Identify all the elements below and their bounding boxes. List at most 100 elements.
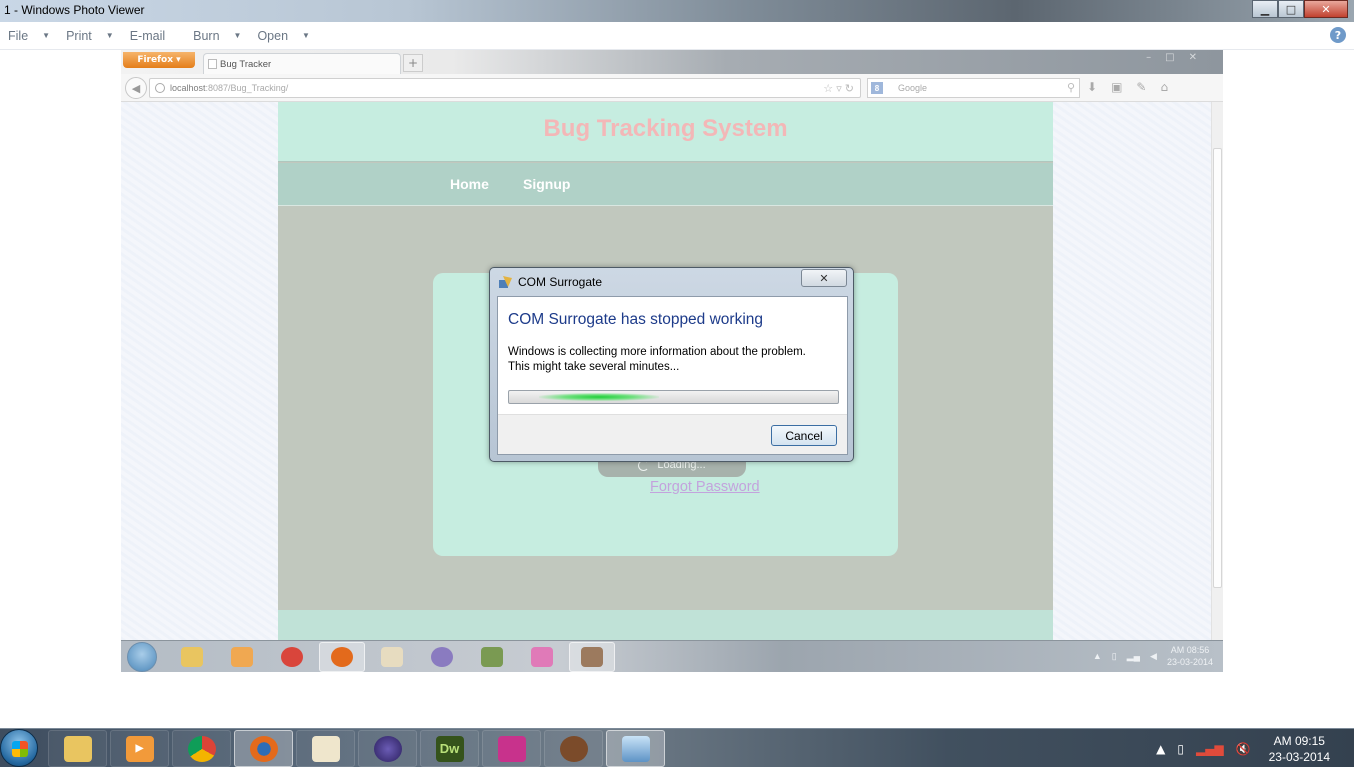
minimize-button[interactable]: ▁ bbox=[1252, 0, 1278, 18]
chevron-down-icon: ▼ bbox=[302, 31, 310, 40]
home-icon[interactable]: ⌂ bbox=[1160, 80, 1168, 94]
bookmark-star-icon[interactable]: ☆ ▿ ↻ bbox=[823, 82, 854, 95]
show-hidden-icons-arrow[interactable]: ▲ bbox=[1156, 742, 1165, 756]
explorer-icon bbox=[169, 642, 215, 672]
menu-email-label: E-mail bbox=[129, 28, 166, 43]
start-button[interactable] bbox=[0, 729, 38, 767]
menu-open-label: Open bbox=[257, 28, 289, 43]
tomcat-icon bbox=[311, 735, 340, 762]
maximize-button[interactable]: □ bbox=[1278, 0, 1304, 18]
chevron-down-icon: ▼ bbox=[105, 31, 114, 40]
photo-viewer-titlebar: 1 - Windows Photo Viewer ▁ □ ✕ bbox=[0, 0, 1354, 22]
site-title: Bug Tracking System bbox=[543, 115, 788, 142]
globe-icon bbox=[155, 83, 165, 93]
captured-clock: AM 08:56 23-03-2014 bbox=[1167, 644, 1213, 668]
menu-burn[interactable]: Burn ▼ bbox=[193, 29, 241, 43]
firefox-menu-button[interactable]: Firefox ▾ bbox=[123, 52, 195, 68]
screen-icon[interactable]: ▣ bbox=[1111, 80, 1122, 94]
progress-marquee bbox=[539, 393, 659, 401]
close-button[interactable]: ✕ bbox=[1304, 0, 1348, 18]
dialog-footer: Cancel bbox=[498, 414, 847, 454]
photo-viewer-icon bbox=[621, 735, 650, 762]
search-input[interactable]: 8 Google ⚲ bbox=[867, 78, 1080, 98]
chevron-down-icon: ▼ bbox=[42, 31, 51, 40]
window-title: 1 - Windows Photo Viewer bbox=[4, 3, 145, 17]
search-placeholder: Google bbox=[898, 83, 928, 93]
dialog-body: COM Surrogate has stopped working Window… bbox=[497, 296, 848, 455]
dreamweaver-icon: Dw bbox=[435, 735, 464, 762]
taskbar-photo-viewer[interactable] bbox=[606, 730, 665, 767]
captured-taskbar-apps bbox=[169, 642, 615, 672]
dreamweaver-icon bbox=[469, 642, 515, 672]
network-icon[interactable]: ▂▄▆ bbox=[1196, 742, 1224, 756]
addon-icon[interactable]: ✎ bbox=[1136, 80, 1146, 94]
media-player-icon: ▶ bbox=[125, 735, 154, 762]
java-ee-ide-icon bbox=[569, 642, 615, 672]
taskbar-firefox[interactable] bbox=[234, 730, 293, 767]
taskbar-explorer[interactable] bbox=[48, 730, 107, 767]
start-orb-icon bbox=[127, 642, 157, 672]
menu-open[interactable]: Open ▼ bbox=[257, 29, 310, 43]
back-arrow-icon[interactable]: ◀ bbox=[125, 77, 147, 99]
browser-tab[interactable]: Bug Tracker bbox=[203, 53, 401, 74]
help-icon[interactable]: ? bbox=[1330, 27, 1346, 43]
battery-icon[interactable]: ▯ bbox=[1177, 742, 1184, 756]
clock-date: 23-03-2014 bbox=[1268, 749, 1330, 764]
nav-home-link[interactable]: Home bbox=[450, 176, 489, 192]
pink-app-icon bbox=[519, 642, 565, 672]
java-ee-ide-icon bbox=[559, 735, 588, 762]
search-icon[interactable]: ⚲ bbox=[1067, 81, 1075, 94]
nav-signup-link[interactable]: Signup bbox=[523, 176, 570, 192]
taskbar-chrome[interactable] bbox=[172, 730, 231, 767]
page-icon bbox=[208, 59, 217, 69]
photo-viewer-menubar: File ▼ Print ▼ E-mail Burn ▼ Open ▼ ? bbox=[0, 22, 1354, 50]
dialog-message-line-2: This might take several minutes... bbox=[508, 361, 680, 373]
new-tab-button[interactable]: + bbox=[403, 54, 423, 72]
eclipse-icon bbox=[419, 642, 465, 672]
dialog-close-button[interactable]: ✕ bbox=[801, 269, 847, 287]
media-player-icon bbox=[219, 642, 265, 672]
windows-taskbar: ▶ Dw ▲ ▯ ▂▄▆ 🔇 AM 09:15 23-03-2014 bbox=[0, 728, 1354, 767]
taskbar-dreamweaver[interactable]: Dw bbox=[420, 730, 479, 767]
battery-icon: ▯ bbox=[1111, 650, 1117, 661]
eclipse-icon bbox=[373, 735, 402, 762]
chrome-icon bbox=[269, 642, 315, 672]
network-icon: ▂▄ bbox=[1126, 650, 1141, 661]
firefox-icon bbox=[249, 735, 278, 762]
tomcat-icon bbox=[369, 642, 415, 672]
url-bar[interactable]: localhost:8087/Bug_Tracking/ ☆ ▿ ↻ bbox=[149, 78, 861, 98]
scrollbar-thumb[interactable] bbox=[1213, 148, 1222, 588]
menu-burn-label: Burn bbox=[193, 28, 220, 43]
menu-file-label: File bbox=[8, 28, 29, 43]
taskbar-java-ee-ide[interactable] bbox=[544, 730, 603, 767]
download-icon[interactable]: ⬇ bbox=[1087, 80, 1097, 94]
taskbar-apps: ▶ Dw bbox=[48, 730, 665, 767]
window-controls: ▁ □ ✕ bbox=[1252, 0, 1348, 18]
taskbar-media-player[interactable]: ▶ bbox=[110, 730, 169, 767]
site-nav: Home Signup bbox=[278, 163, 1053, 206]
pink-app-icon bbox=[497, 735, 526, 762]
taskbar-tomcat[interactable] bbox=[296, 730, 355, 767]
progress-bar bbox=[508, 390, 839, 404]
captured-clock-date: 23-03-2014 bbox=[1166, 657, 1213, 667]
menu-file[interactable]: File ▼ bbox=[8, 29, 50, 43]
taskbar-clock[interactable]: AM 09:15 23-03-2014 bbox=[1269, 733, 1330, 765]
chrome-icon bbox=[187, 735, 216, 762]
forgot-password-link[interactable]: Forgot Password bbox=[650, 479, 760, 495]
taskbar-eclipse[interactable] bbox=[358, 730, 417, 767]
dialog-message: Windows is collecting more information a… bbox=[508, 345, 806, 375]
taskbar-pink-app[interactable] bbox=[482, 730, 541, 767]
tab-title: Bug Tracker bbox=[220, 58, 272, 70]
url-host: localhost bbox=[170, 83, 206, 93]
menu-print[interactable]: Print ▼ bbox=[66, 29, 114, 43]
folder-icon bbox=[63, 735, 92, 762]
cancel-button[interactable]: Cancel bbox=[771, 425, 837, 446]
dialog-heading: COM Surrogate has stopped working bbox=[508, 311, 764, 328]
firefox-icon bbox=[319, 642, 365, 672]
system-tray: ▲ ▯ ▂▄▆ 🔇 AM 09:15 23-03-2014 bbox=[1156, 729, 1354, 767]
captured-system-tray: ▲ ▯ ▂▄ ◀ AM 08:56 23-03-2014 bbox=[1093, 644, 1213, 668]
menu-email[interactable]: E-mail bbox=[130, 29, 165, 43]
volume-muted-icon[interactable]: 🔇 bbox=[1236, 742, 1251, 756]
site-footer bbox=[278, 610, 1053, 640]
page-scrollbar[interactable] bbox=[1211, 102, 1223, 640]
